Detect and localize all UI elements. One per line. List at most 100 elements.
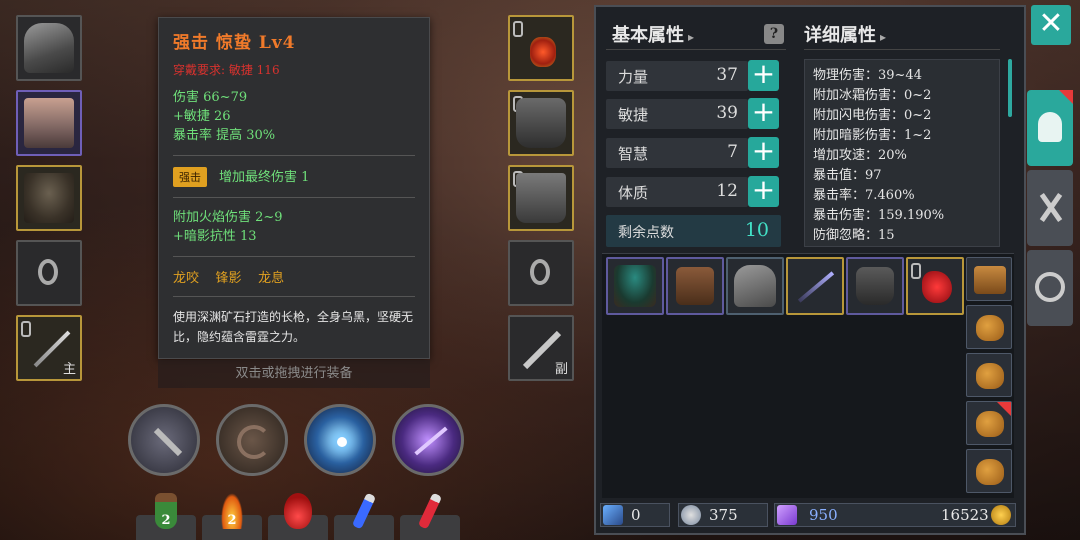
tab-skills[interactable]: [1027, 170, 1073, 246]
enhance-badge: 强击: [173, 167, 207, 187]
shield-count: 375: [709, 506, 738, 524]
add-wisdom-button[interactable]: +: [748, 137, 779, 168]
dagger-icon: [153, 427, 183, 457]
skill-arcane-spear[interactable]: [392, 404, 464, 476]
shield-icon: [681, 505, 701, 525]
frost-burst-icon: [337, 437, 347, 447]
divider: [173, 296, 415, 297]
pouch-icon: [976, 459, 1004, 485]
detail-line: 暴击值：97: [813, 168, 882, 183]
detail-list[interactable]: 物理伤害：39~44 附加冰霜伤害：0~2 附加闪电伤害：0~2 附加暗影伤害：…: [804, 59, 1000, 247]
bag-tab-chest[interactable]: [966, 257, 1012, 301]
character-panel: 基本属性 ▸ ? 详细属性 ▸ 力量 37 + 敏捷 39 + 智慧 7 + 体质 …: [594, 5, 1026, 535]
spear-icon: [797, 271, 835, 303]
potion-slot-blue-vial[interactable]: [334, 492, 394, 540]
notification-marker: [1059, 90, 1073, 104]
ring-slot-2[interactable]: [508, 240, 574, 306]
notification-marker: [997, 402, 1011, 416]
stat-value: 39: [716, 103, 738, 123]
bag-tab-pouch-4[interactable]: [966, 449, 1012, 493]
off-weapon-slot[interactable]: 副: [508, 315, 574, 381]
necklace-icon: [530, 37, 556, 67]
armor-icon: [24, 98, 74, 148]
tab-equipment[interactable]: [1027, 90, 1073, 166]
remaining-value: 10: [744, 219, 769, 241]
armor-slot[interactable]: [16, 90, 82, 156]
currency-shield: 375: [678, 503, 768, 527]
shoulder-slot[interactable]: [16, 165, 82, 231]
skill-dagger[interactable]: [128, 404, 200, 476]
set-name: 龙咬: [173, 271, 200, 286]
tab-settings[interactable]: [1027, 250, 1073, 326]
bag-tab-pouch-1[interactable]: [966, 305, 1012, 349]
boots-slot[interactable]: [508, 165, 574, 231]
helmet-tab-icon: [1038, 112, 1062, 142]
remaining-points: 剩余点数 10: [606, 215, 781, 247]
main-weapon-slot[interactable]: 主: [16, 315, 82, 381]
divider: [173, 155, 415, 156]
inventory-item[interactable]: [726, 257, 784, 315]
necklace-slot[interactable]: [508, 15, 574, 81]
detail-line: 暴击率：7.460%: [813, 188, 915, 203]
potion-slot-red-vial[interactable]: [400, 492, 460, 540]
add-constitution-button[interactable]: +: [748, 176, 779, 207]
detail-line: 附加暗影伤害：1~2: [813, 128, 932, 143]
close-button[interactable]: ✕: [1031, 5, 1071, 45]
stat-value: 12: [716, 181, 738, 201]
gloves-slot[interactable]: [508, 90, 574, 156]
inventory-item[interactable]: [606, 257, 664, 315]
helmet-icon: [24, 23, 74, 73]
currency-wand: 0: [600, 503, 670, 527]
stat-wisdom: 智慧 7: [606, 138, 748, 168]
inventory-item[interactable]: [666, 257, 724, 315]
detail-scrollbar[interactable]: [1008, 59, 1012, 117]
ring-slot[interactable]: [16, 240, 82, 306]
detail-line: 附加闪电伤害：0~2: [813, 108, 932, 123]
bag-tab-pouch-3[interactable]: [966, 401, 1012, 445]
inventory-item[interactable]: [846, 257, 904, 315]
gem-icon: [777, 505, 797, 525]
item-description: 使用深渊矿石打造的长枪，全身乌黑，坚硬无比，隐约蕴含雷霆之力。: [173, 310, 414, 344]
helmet-slot[interactable]: [16, 15, 82, 81]
potion-count: 2: [161, 513, 171, 528]
stat-constitution: 体质 12: [606, 177, 748, 207]
add-agility-button[interactable]: +: [748, 98, 779, 129]
potion-slot-green[interactable]: 2: [136, 493, 196, 540]
divider: [804, 49, 1000, 50]
gold-coin-icon: [991, 505, 1011, 525]
extra-stat: +暗影抗性 13: [173, 229, 257, 244]
add-strength-button[interactable]: +: [748, 60, 779, 91]
stat-label: 智慧: [618, 145, 649, 163]
item-requirement: 穿戴要求: 敏捷 116: [173, 63, 280, 77]
wand-count: 0: [631, 506, 641, 524]
divider: [173, 256, 415, 257]
inventory-item[interactable]: [906, 257, 964, 315]
stat-strength: 力量 37: [606, 61, 748, 91]
remaining-label: 剩余点数: [618, 225, 674, 241]
skill-frost-burst[interactable]: [304, 404, 376, 476]
help-icon[interactable]: ?: [764, 24, 784, 44]
divider: [606, 49, 786, 50]
base-stat: 伤害 66~79: [173, 90, 248, 105]
gauntlet-icon: [856, 267, 894, 305]
helmet-icon: [734, 265, 776, 307]
pouch-icon: [976, 363, 1004, 389]
whirl-icon: [237, 425, 271, 459]
potion-slot-red-flask[interactable]: [268, 493, 328, 540]
ring-icon: [530, 259, 550, 285]
base-stat: +敏捷 26: [173, 109, 231, 124]
detail-attributes-header: 详细属性 ▸: [804, 25, 887, 46]
gem-count: 950: [809, 506, 838, 524]
stat-label: 敏捷: [618, 106, 649, 124]
detail-line: 附加冰霜伤害：0~2: [813, 88, 932, 103]
detail-line: 暴击伤害：159.190%: [813, 208, 945, 223]
potion-slot-campfire[interactable]: 2: [202, 493, 262, 540]
inventory-item[interactable]: [786, 257, 844, 315]
bag-tab-pouch-2[interactable]: [966, 353, 1012, 397]
potion-count: 2: [227, 513, 237, 528]
basic-attributes-header: 基本属性 ▸: [612, 25, 695, 46]
off-tag: 副: [554, 362, 568, 377]
shoulder-armor-icon: [24, 173, 74, 223]
skill-whirl[interactable]: [216, 404, 288, 476]
link-icon: [911, 263, 921, 279]
